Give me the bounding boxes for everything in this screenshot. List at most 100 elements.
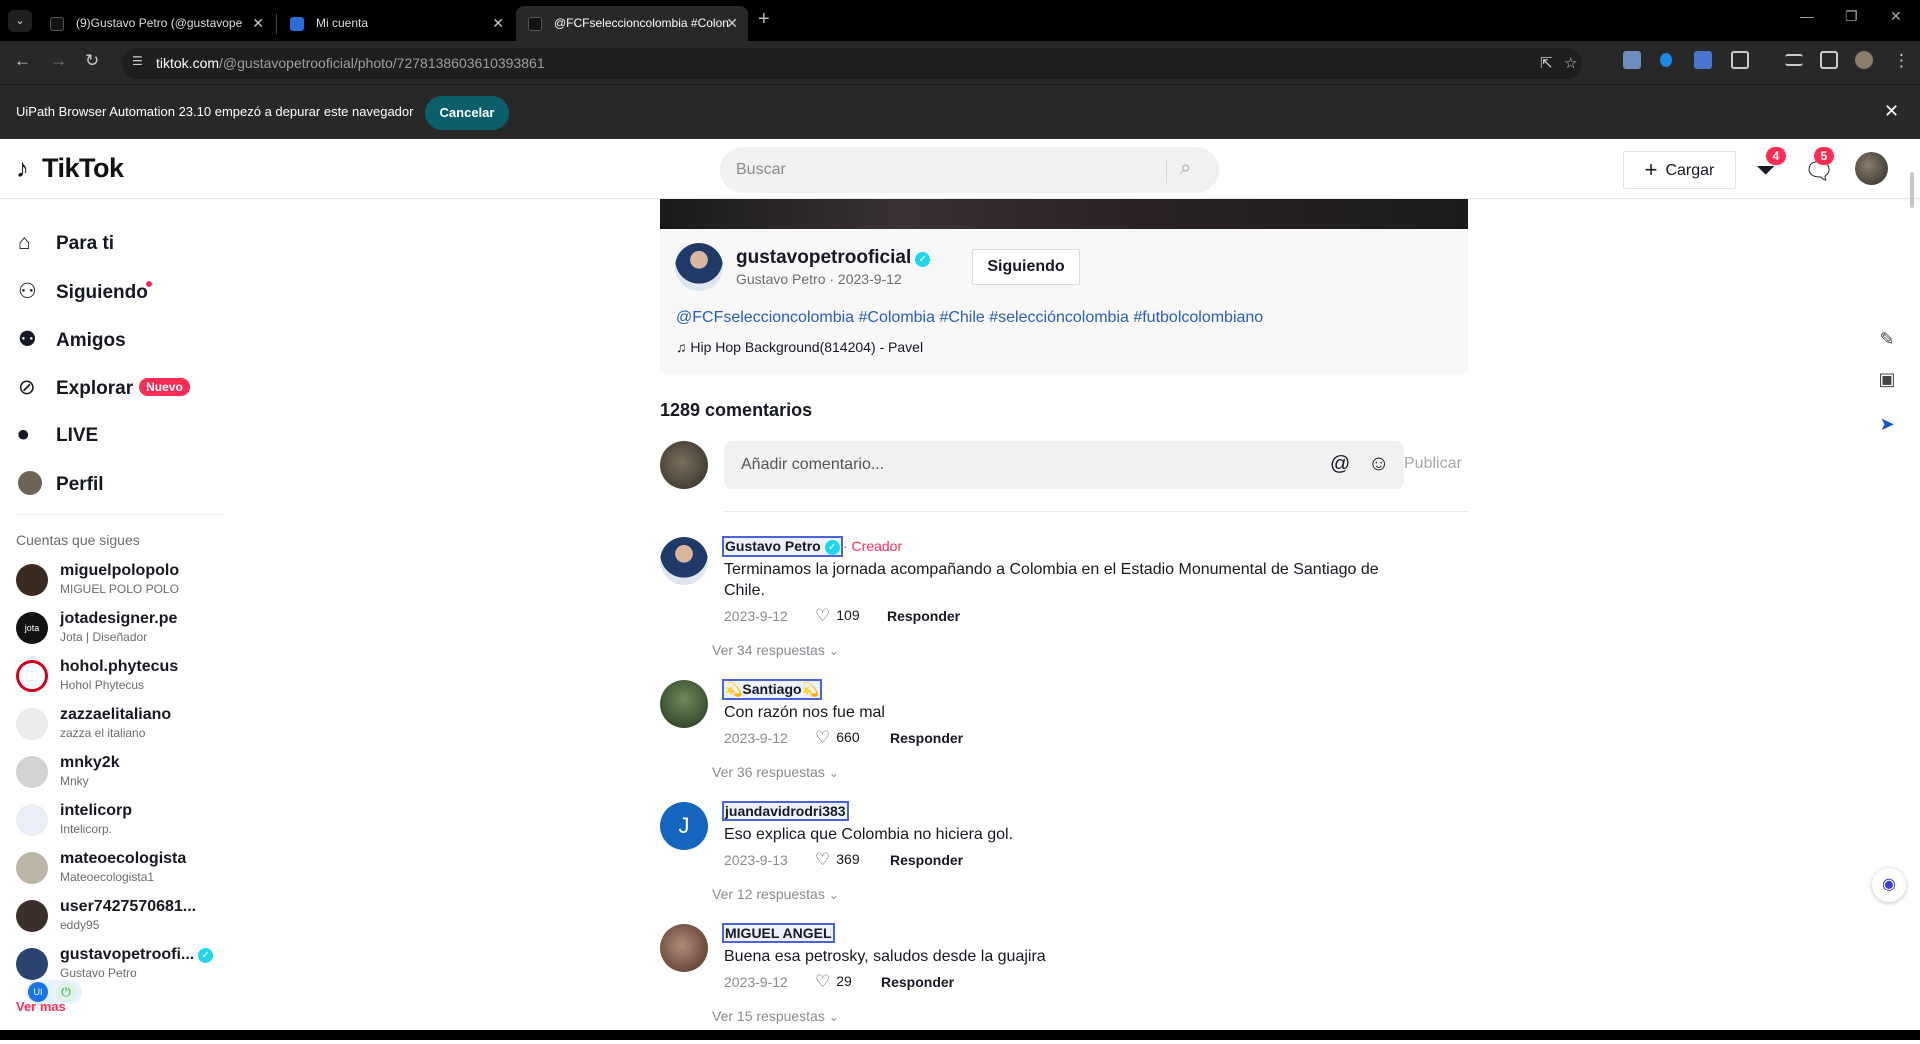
rocket-icon[interactable]: ➤ xyxy=(1868,405,1906,443)
reply-button[interactable]: Responder xyxy=(890,730,963,746)
view-replies-link[interactable]: Ver 15 respuestas ⌄ xyxy=(712,1008,839,1024)
account-item[interactable]: mnky2k Mnky xyxy=(16,754,236,794)
account-item[interactable]: jota jotadesigner.pe Jota | Diseñador xyxy=(16,610,236,650)
comment-username[interactable]: Gustavo Petro ✓ xyxy=(722,536,843,557)
comment-avatar[interactable] xyxy=(660,537,708,585)
tab-separator xyxy=(276,14,277,34)
following-button[interactable]: Siguiendo xyxy=(972,249,1080,285)
infobar-cancel-button[interactable]: Cancelar xyxy=(425,96,509,130)
minimize-icon[interactable]: — xyxy=(1800,8,1814,24)
author-username[interactable]: gustavopetrooficial ✓ xyxy=(736,247,931,269)
gem-extension-icon[interactable] xyxy=(1660,53,1672,67)
comment-avatar[interactable] xyxy=(660,680,708,728)
infobar-message: UiPath Browser Automation 23.10 empezó a… xyxy=(16,104,414,119)
account-avatar xyxy=(16,948,48,980)
side-panel-icon[interactable] xyxy=(1820,51,1838,69)
account-avatar xyxy=(16,564,48,596)
view-replies-link[interactable]: Ver 12 respuestas ⌄ xyxy=(712,886,839,902)
uipath-floating-widget[interactable]: UI ⏻ xyxy=(26,980,82,1004)
browser-tab-2[interactable]: Mi cuenta ✕ xyxy=(278,6,514,41)
photo-media-strip[interactable] xyxy=(660,199,1468,229)
close-tab-icon[interactable]: ✕ xyxy=(726,6,738,41)
address-bar[interactable]: ☰ tiktok.com/@gustavopetrooficial/photo/… xyxy=(122,48,1582,79)
following-icon: ⚇ xyxy=(18,280,37,303)
reply-button[interactable]: Responder xyxy=(887,608,960,624)
post-hashtags[interactable]: @FCFseleccioncolombia #Colombia #Chile #… xyxy=(676,309,1263,327)
clipboard-icon[interactable]: ▣ xyxy=(1868,360,1906,398)
profile-avatar-icon[interactable] xyxy=(1855,51,1873,69)
comment-like-button[interactable]: ♡ 29 xyxy=(815,972,852,992)
assistant-bubble-icon[interactable]: ◉ xyxy=(1872,868,1906,902)
back-icon[interactable]: ← xyxy=(14,51,31,71)
open-in-app-icon[interactable]: ⇱ xyxy=(1540,54,1553,72)
comment-like-button[interactable]: ♡ 660 xyxy=(815,728,860,748)
comment-username[interactable]: MIGUEL ANGEL xyxy=(722,923,835,943)
mention-icon[interactable]: @ xyxy=(1330,453,1350,476)
download-extension-icon[interactable] xyxy=(1623,51,1641,69)
view-replies-link[interactable]: Ver 36 respuestas ⌄ xyxy=(712,764,839,780)
comment-username[interactable]: juandavidrodri383 xyxy=(722,801,849,821)
account-item[interactable]: hohol.phytecus Hohol Phytecus xyxy=(16,658,236,698)
comment-like-button[interactable]: ♡ 369 xyxy=(815,850,860,870)
account-item[interactable]: user7427570681... eddy95 xyxy=(16,898,236,938)
comments-divider xyxy=(724,511,1468,512)
search-icon[interactable]: ⌕ xyxy=(1180,157,1191,180)
account-item[interactable]: mateoecologista Mateoecologista1 xyxy=(16,850,236,890)
reply-button[interactable]: Responder xyxy=(890,852,963,868)
browser-tab-3-active[interactable]: @FCFseleccioncolombia #Colon ✕ xyxy=(516,6,748,41)
tab-search-dropdown[interactable]: ⌄ xyxy=(8,10,32,32)
infobar-close-icon[interactable]: ✕ xyxy=(1884,101,1899,122)
user-avatar[interactable] xyxy=(1855,152,1888,185)
author-avatar[interactable] xyxy=(675,243,723,291)
reload-icon[interactable]: ↻ xyxy=(85,51,99,71)
edit-pen-icon[interactable]: ✎ xyxy=(1868,320,1906,358)
upload-button[interactable]: + Cargar xyxy=(1623,151,1736,189)
translate-extension-icon[interactable] xyxy=(1694,51,1712,69)
close-tab-icon[interactable]: ✕ xyxy=(492,6,504,41)
restore-icon[interactable]: ❐ xyxy=(1845,8,1858,25)
forward-icon[interactable]: → xyxy=(50,51,67,71)
new-tab-icon[interactable]: + xyxy=(758,8,770,31)
compass-icon: ⊘ xyxy=(18,376,36,399)
nav-live[interactable]: ⏺ LIVE xyxy=(18,423,98,453)
emoji-icon[interactable]: ☺ xyxy=(1368,452,1389,476)
account-item[interactable]: zazzaelitaliano zazza el italiano xyxy=(16,706,236,746)
author-subline: Gustavo Petro · 2023-9-12 xyxy=(736,271,902,287)
reading-list-icon[interactable] xyxy=(1785,54,1803,66)
menu-kebab-icon[interactable]: ⋮ xyxy=(1893,51,1910,71)
nav-explore[interactable]: ⊘ Explorar Nuevo xyxy=(18,375,190,405)
comment-avatar[interactable] xyxy=(660,924,708,972)
account-item[interactable]: miguelpolopolo MIGUEL POLO POLO xyxy=(16,562,236,602)
account-item[interactable]: intelicorp Intelicorp. xyxy=(16,802,236,842)
window-close-icon[interactable]: ✕ xyxy=(1890,8,1902,25)
browser-tab-1[interactable]: (9)Gustavo Petro (@gustavope ✕ xyxy=(38,6,274,41)
nav-friends[interactable]: ⚉ Amigos xyxy=(18,327,126,357)
nav-profile[interactable]: Perfil xyxy=(18,471,104,501)
close-tab-icon[interactable]: ✕ xyxy=(252,6,264,41)
account-subtitle: Mateoecologista1 xyxy=(60,870,155,884)
comment-avatar[interactable]: J xyxy=(660,802,708,850)
comment-username[interactable]: 💫Santiago💫 xyxy=(722,679,822,700)
tab-title: Mi cuenta xyxy=(316,16,369,30)
reply-button[interactable]: Responder xyxy=(881,974,954,990)
extensions-puzzle-icon[interactable] xyxy=(1731,51,1749,69)
search-bar[interactable]: Buscar ⌕ xyxy=(720,147,1219,193)
chevron-down-icon: ⌄ xyxy=(828,1010,839,1024)
account-name: intelicorp xyxy=(60,802,133,819)
publish-button[interactable]: Publicar xyxy=(1404,455,1462,473)
comment-like-button[interactable]: ♡ 109 xyxy=(815,606,860,626)
bookmark-star-icon[interactable]: ☆ xyxy=(1564,54,1577,72)
view-replies-link[interactable]: Ver 34 respuestas ⌄ xyxy=(712,642,839,658)
tiktok-logo[interactable]: ♪ TikTok xyxy=(16,153,124,184)
post-music[interactable]: ♫ Hip Hop Background(814204) - Pavel xyxy=(676,339,923,355)
page-scrollbar[interactable] xyxy=(1910,172,1914,208)
account-subtitle: MIGUEL POLO POLO xyxy=(60,582,179,596)
comment-input[interactable]: Añadir comentario... @ ☺ xyxy=(724,441,1404,489)
nav-following[interactable]: ⚇ Siguiendo xyxy=(18,279,148,309)
post-info-card: gustavopetrooficial ✓ Gustavo Petro · 202… xyxy=(660,229,1468,374)
tab-title: @FCFseleccioncolombia #Colon xyxy=(554,16,729,30)
site-info-icon[interactable]: ☰ xyxy=(132,54,150,72)
nav-for-you[interactable]: ⌂ Para ti xyxy=(18,231,114,261)
uipath-icon: UI xyxy=(28,982,48,1002)
search-input[interactable]: Buscar xyxy=(736,161,786,179)
